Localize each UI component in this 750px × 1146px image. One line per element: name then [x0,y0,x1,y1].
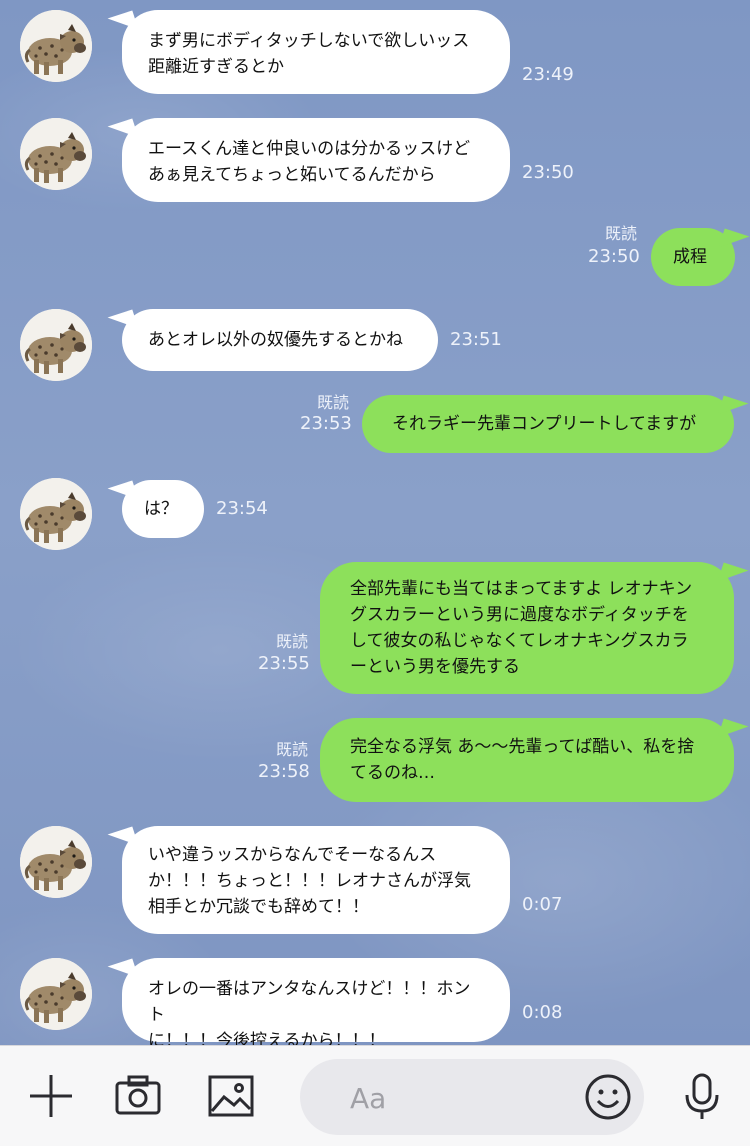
emoji-icon[interactable] [583,1072,633,1122]
message-time: 23:51 [450,329,502,350]
read-receipt: 既読 [276,632,309,651]
read-receipt: 既読 [317,393,350,412]
message-input[interactable] [348,1077,572,1119]
message-row-incoming: は？ 23:54 [0,478,750,550]
message-bubble[interactable]: は？ [122,480,204,538]
microphone-icon[interactable] [677,1071,727,1121]
hyena-avatar-icon [20,10,92,82]
avatar[interactable] [20,10,92,82]
message-time: 23:53 [300,413,352,434]
avatar[interactable] [20,478,92,550]
message-bubble[interactable]: エースくん達と仲良いのは分かるッスけど あぁ見えてちょっと妬いてるんだから [122,118,510,202]
message-input-container[interactable] [300,1059,644,1135]
hyena-avatar-icon [20,826,92,898]
message-row-outgoing: 既読 23:55 全部先輩にも当てはまってますよ レオナキン グスカラーという男… [0,562,750,696]
message-row-incoming: いや違うッスからなんでそーなるんス か！！！ちょっと！！！レオナさんが浮気 相手… [0,826,750,938]
plus-icon[interactable] [26,1071,76,1121]
message-bubble[interactable]: まず男にボディタッチしないで欲しいッス 距離近すぎるとか [122,10,510,94]
input-toolbar [0,1045,750,1146]
message-time: 23:50 [588,246,640,267]
image-icon[interactable] [206,1071,256,1121]
message-bubble[interactable]: 全部先輩にも当てはまってますよ レオナキン グスカラーという男に過度なボディタッ… [320,562,734,694]
message-time: 23:55 [258,653,310,674]
message-time: 23:49 [522,64,574,85]
hyena-avatar-icon [20,958,92,1030]
message-bubble[interactable]: いや違うッスからなんでそーなるんス か！！！ちょっと！！！レオナさんが浮気 相手… [122,826,510,934]
message-time: 23:50 [522,162,574,183]
message-time: 0:07 [522,894,563,915]
avatar[interactable] [20,826,92,898]
message-row-incoming: エースくん達と仲良いのは分かるッスけど あぁ見えてちょっと妬いてるんだから 23… [0,118,750,208]
message-row-outgoing: 既読 23:58 完全なる浮気 あ〜〜先輩ってば酷い、私を捨 てるのね… [0,718,750,804]
message-bubble[interactable]: オレの一番はアンタなんスけど！！！ホント に！！！今後控えるから！！！ [122,958,510,1045]
hyena-avatar-icon [20,118,92,190]
message-row-incoming: まず男にボディタッチしないで欲しいッス 距離近すぎるとか 23:49 [0,10,750,100]
read-receipt: 既読 [276,740,309,759]
message-bubble[interactable]: 成程 [651,228,735,286]
message-bubble[interactable]: 完全なる浮気 あ〜〜先輩ってば酷い、私を捨 てるのね… [320,718,734,802]
message-row-incoming: あとオレ以外の奴優先するとかね 23:51 [0,309,750,381]
message-bubble[interactable]: あとオレ以外の奴優先するとかね [122,309,438,371]
message-time: 23:54 [216,498,268,519]
message-row-outgoing: 既読 23:50 成程 [0,216,750,286]
avatar[interactable] [20,958,92,1030]
hyena-avatar-icon [20,309,92,381]
avatar[interactable] [20,309,92,381]
hyena-avatar-icon [20,478,92,550]
avatar[interactable] [20,118,92,190]
camera-icon[interactable] [113,1071,163,1121]
chat-area[interactable]: まず男にボディタッチしないで欲しいッス 距離近すぎるとか 23:49 エースくん… [0,0,750,1045]
message-row-outgoing: 既読 23:53 それラギー先輩コンプリートしてますが [0,385,750,455]
message-row-incoming: オレの一番はアンタなんスけど！！！ホント に！！！今後控えるから！！！ 0:08 [0,958,750,1045]
read-receipt: 既読 [605,224,638,243]
message-time: 0:08 [522,1002,563,1023]
message-bubble[interactable]: それラギー先輩コンプリートしてますが [362,395,734,453]
message-time: 23:58 [258,761,310,782]
